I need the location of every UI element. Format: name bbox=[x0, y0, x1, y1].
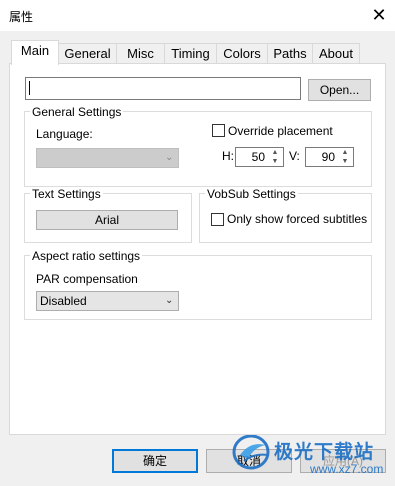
watermark-brand: 极光下载站 bbox=[274, 442, 375, 463]
v-label: V: bbox=[289, 149, 300, 163]
watermark-url: www.xz7.com bbox=[310, 462, 384, 476]
language-label: Language: bbox=[36, 127, 93, 141]
tab-paths[interactable]: Paths bbox=[267, 43, 313, 64]
par-compensation-select[interactable]: Disabled ⌄ bbox=[36, 291, 179, 311]
override-placement-checkbox[interactable] bbox=[212, 124, 225, 137]
spin-up-icon[interactable]: ▲ bbox=[339, 148, 351, 157]
watermark-logo-icon bbox=[232, 433, 272, 471]
spin-up-icon[interactable]: ▲ bbox=[269, 148, 281, 157]
spin-down-icon[interactable]: ▼ bbox=[339, 157, 351, 166]
chevron-down-icon: ⌄ bbox=[165, 152, 174, 163]
tab-timing[interactable]: Timing bbox=[164, 43, 217, 64]
forced-subtitles-label: Only show forced subtitles bbox=[227, 212, 368, 226]
open-button[interactable]: Open... bbox=[308, 79, 371, 101]
chevron-down-icon: ⌄ bbox=[165, 295, 174, 306]
h-label: H: bbox=[222, 149, 234, 163]
spin-down-icon[interactable]: ▼ bbox=[269, 157, 281, 166]
override-placement-label: Override placement bbox=[228, 124, 333, 138]
tab-main[interactable]: Main bbox=[11, 40, 59, 65]
close-icon[interactable]: ✕ bbox=[368, 3, 390, 27]
tab-general[interactable]: General bbox=[58, 43, 117, 64]
h-value: 50 bbox=[251, 150, 265, 164]
vobsub-settings-label: VobSub Settings bbox=[205, 187, 298, 201]
h-spinbox[interactable]: 50 ▲ ▼ bbox=[235, 147, 284, 167]
window-title: 属性 bbox=[9, 10, 34, 24]
aspect-ratio-label: Aspect ratio settings bbox=[30, 249, 143, 263]
tab-colors[interactable]: Colors bbox=[216, 43, 268, 64]
v-value: 90 bbox=[321, 150, 335, 164]
v-spinbox[interactable]: 90 ▲ ▼ bbox=[305, 147, 354, 167]
tab-misc[interactable]: Misc bbox=[116, 43, 165, 64]
tab-about[interactable]: About bbox=[312, 43, 360, 64]
text-caret bbox=[29, 81, 30, 95]
text-settings-label: Text Settings bbox=[30, 187, 103, 201]
par-compensation-label: PAR compensation bbox=[36, 272, 138, 286]
title-bar bbox=[0, 0, 395, 31]
par-value: Disabled bbox=[40, 294, 87, 308]
general-settings-label: General Settings bbox=[30, 105, 124, 119]
forced-subtitles-checkbox[interactable] bbox=[211, 213, 224, 226]
language-select: ⌄ bbox=[36, 148, 179, 168]
tab-panel: Open... General Settings Language: ⌄ Ove… bbox=[9, 63, 386, 435]
ok-button[interactable]: 确定 bbox=[112, 449, 198, 473]
font-button[interactable]: Arial bbox=[36, 210, 178, 230]
path-input[interactable] bbox=[25, 77, 301, 100]
